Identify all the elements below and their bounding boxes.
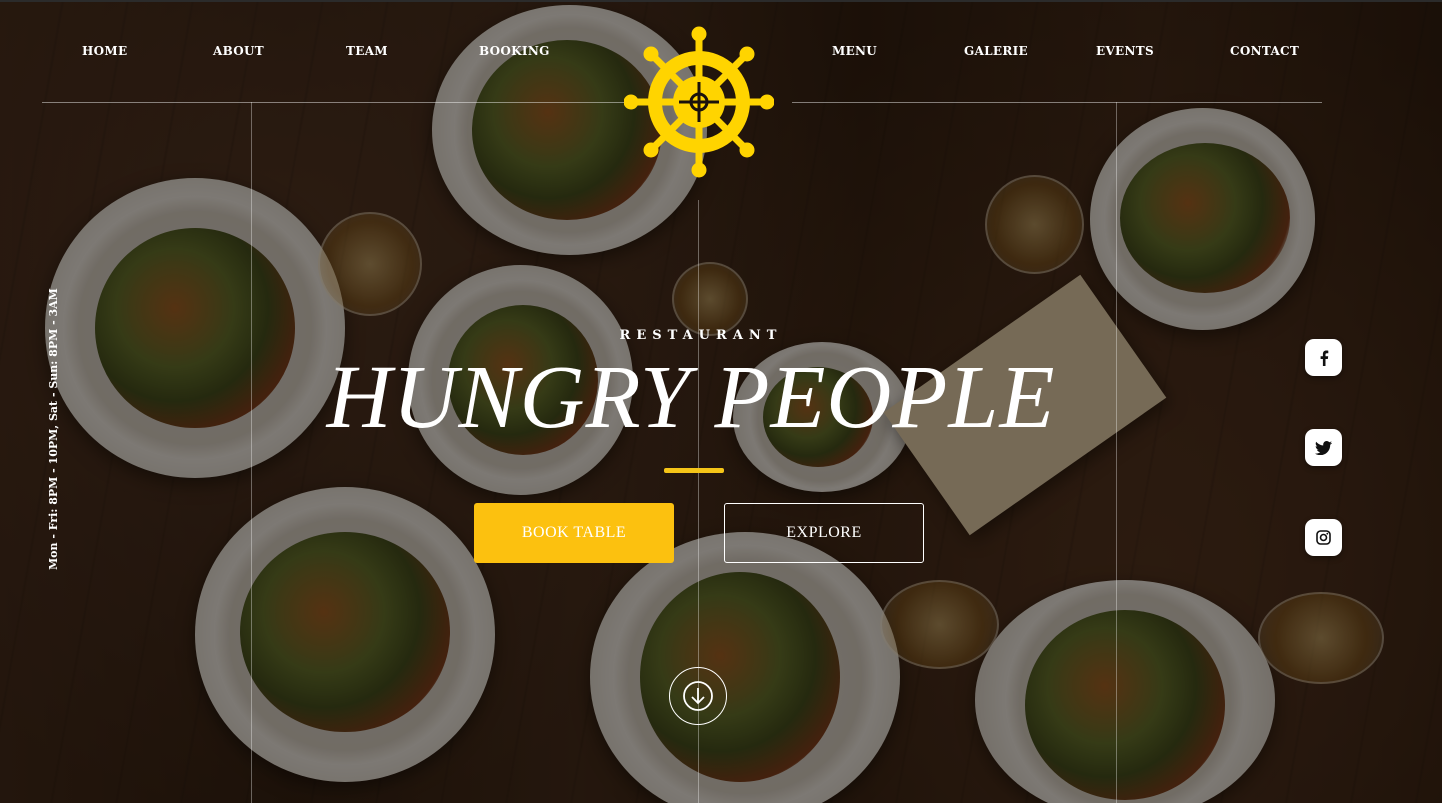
nav-menu[interactable]: MENU <box>832 44 877 58</box>
grid-line <box>1116 102 1117 803</box>
title-underline <box>664 468 724 473</box>
nav-events[interactable]: EVENTS <box>1096 44 1154 58</box>
explore-button[interactable]: EXPLORE <box>724 503 924 563</box>
book-table-button[interactable]: BOOK TABLE <box>474 503 674 563</box>
nav-divider-right <box>792 102 1322 103</box>
twitter-icon[interactable] <box>1305 429 1342 466</box>
hero-title: HUNGRY PEOPLE <box>326 348 1056 447</box>
top-border <box>0 0 1442 2</box>
nav-team[interactable]: TEAM <box>346 44 388 58</box>
arrow-down-circle-icon[interactable] <box>669 667 727 725</box>
nav-contact[interactable]: CONTACT <box>1230 44 1299 58</box>
nav-home[interactable]: HOME <box>82 44 127 58</box>
ship-wheel-icon[interactable] <box>623 26 775 178</box>
nav-divider-left <box>42 102 644 103</box>
nav-about[interactable]: ABOUT <box>213 44 264 58</box>
opening-hours: Mon - Fri: 8PM - 10PM, Sat - Sun: 8PM - … <box>47 288 60 570</box>
instagram-icon[interactable] <box>1305 519 1342 556</box>
hero-subtitle: RESTAURANT <box>619 328 783 343</box>
nav-booking[interactable]: BOOKING <box>479 44 550 58</box>
nav-galerie[interactable]: GALERIE <box>964 44 1028 58</box>
facebook-icon[interactable] <box>1305 339 1342 376</box>
grid-line <box>251 102 252 803</box>
